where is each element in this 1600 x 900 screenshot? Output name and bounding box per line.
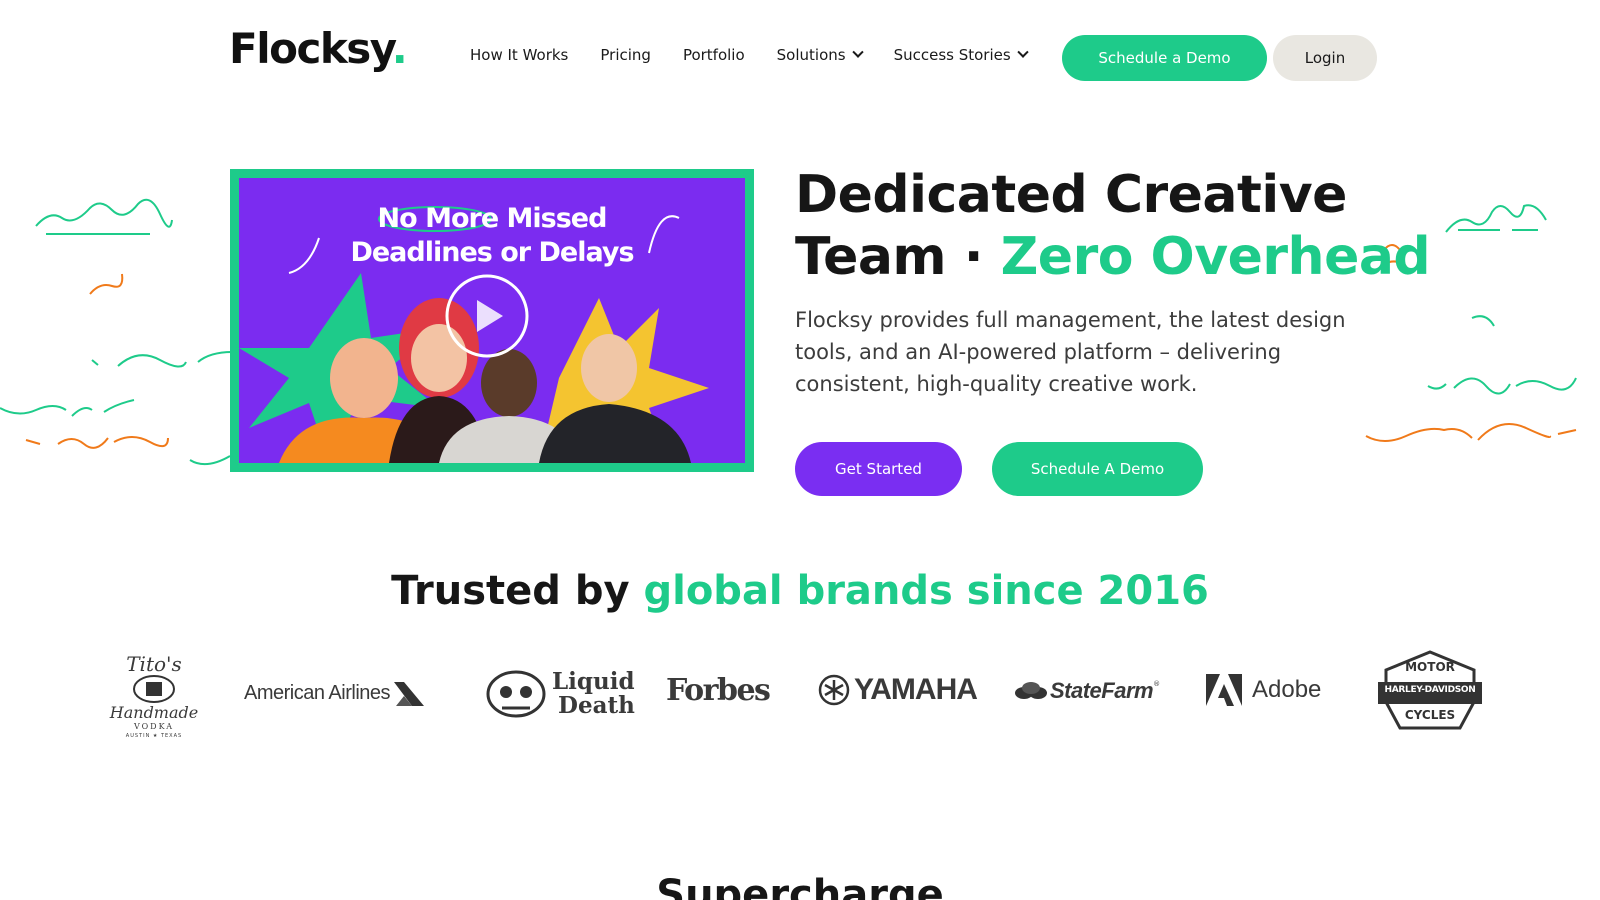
play-icon — [477, 300, 503, 332]
brand-line-3: VODKA — [133, 722, 175, 731]
brand-line-3: CYCLES — [1404, 708, 1456, 722]
state-farm-ovals-icon — [1015, 682, 1047, 699]
logo-dot: . — [391, 24, 408, 73]
nav-link-portfolio[interactable]: Portfolio — [683, 46, 745, 64]
schedule-demo-hero-button[interactable]: Schedule A Demo — [992, 442, 1203, 496]
nav-link-label: Success Stories — [893, 46, 1011, 64]
nav-link-label: How It Works — [470, 46, 569, 64]
hero-title: Dedicated Creative Team · Zero Overhead — [795, 164, 1435, 288]
top-navigation: Flocksy. How It Works Pricing Portfolio … — [0, 0, 1600, 115]
video-thumbnail: No More Missed Deadlines or Delays — [239, 178, 745, 463]
brand-logo-adobe: Adobe — [1206, 672, 1321, 708]
liquid-death-skull-icon — [486, 670, 546, 718]
hero-title-separator: · — [963, 227, 984, 287]
nav-link-label: Solutions — [776, 46, 846, 64]
brand-logo-american-airlines: American Airlines — [244, 676, 426, 710]
brand-line-2: Death — [558, 692, 635, 719]
brand-name: MOTOR — [1405, 660, 1455, 674]
liquid-death-wordmark: Liquid Death — [552, 670, 635, 718]
trusted-heading-plain: Trusted by — [391, 568, 644, 614]
nav-link-how-it-works[interactable]: How It Works — [470, 46, 568, 64]
chevron-down-icon — [851, 46, 864, 58]
nav-link-label: Pricing — [600, 46, 651, 64]
video-headline-line-1: No More Missed — [377, 203, 608, 234]
logo-text: Flocksy — [229, 24, 393, 73]
brand-line-2: HARLEY-DAVIDSON — [1384, 685, 1476, 695]
brand-logo-yamaha: YAMAHA — [818, 670, 978, 710]
hero-title-part-1: Dedicated Creative — [795, 165, 1347, 225]
brand-name: Adobe — [1252, 676, 1322, 703]
nav-link-label: Portfolio — [682, 46, 745, 64]
brand-logos-row: Tito's Handmade VODKA AUSTIN ★ TEXAS Ame… — [0, 650, 1600, 750]
hero-video-player[interactable]: No More Missed Deadlines or Delays — [230, 169, 754, 472]
hero-subtitle: Flocksy provides full management, the la… — [795, 308, 1346, 396]
nav-link-pricing[interactable]: Pricing — [600, 46, 651, 64]
login-button[interactable]: Login — [1273, 35, 1377, 81]
trusted-by-heading: Trusted by global brands since 2016 — [0, 568, 1600, 614]
brand-logo-liquid-death: Liquid Death — [484, 662, 635, 726]
yamaha-tuning-fork-icon — [818, 674, 850, 706]
nav-link-solutions[interactable]: Solutions — [776, 46, 864, 64]
brand-line-2: Handmade — [109, 703, 199, 722]
brand-line-4: AUSTIN ★ TEXAS — [125, 733, 183, 739]
brand-logo-titos: Tito's Handmade VODKA AUSTIN ★ TEXAS — [109, 652, 199, 746]
nav-links: How It Works Pricing Portfolio Solutions… — [470, 46, 1059, 64]
brand-name: American Airlines — [244, 681, 391, 704]
brand-name: Liquid — [552, 668, 635, 695]
adobe-a-icon — [1206, 674, 1242, 706]
chevron-down-icon — [1017, 46, 1029, 58]
get-started-button[interactable]: Get Started — [795, 442, 962, 496]
titos-emblem-icon — [133, 675, 175, 703]
schedule-demo-nav-button[interactable]: Schedule a Demo — [1062, 35, 1267, 81]
nav-link-success-stories[interactable]: Success Stories — [893, 46, 1029, 64]
brand-logo-forbes: Forbes — [666, 668, 771, 712]
hero-title-part-2: Team — [795, 227, 947, 287]
brand-logo-harley-davidson: MOTOR HARLEY-DAVIDSON CYCLES — [1376, 650, 1484, 734]
brand-name: Forbes — [666, 672, 771, 708]
brand-logo-state-farm: StateFarm ® — [1014, 674, 1160, 708]
brand-name: StateFarm — [1050, 678, 1154, 703]
flocksy-logo[interactable]: Flocksy. — [229, 28, 408, 70]
brand-mark: ® — [1153, 680, 1161, 688]
next-section-heading: Supercharge — [656, 872, 944, 900]
brand-name: YAMAHA — [854, 673, 978, 706]
video-headline-line-2: Deadlines or Delays — [350, 237, 634, 268]
brand-name: Tito's — [126, 652, 182, 676]
hero-title-accent: Zero Overhead — [1000, 227, 1431, 287]
trusted-heading-accent: global brands since 2016 — [643, 568, 1209, 614]
american-airlines-eagle-icon — [394, 682, 425, 706]
